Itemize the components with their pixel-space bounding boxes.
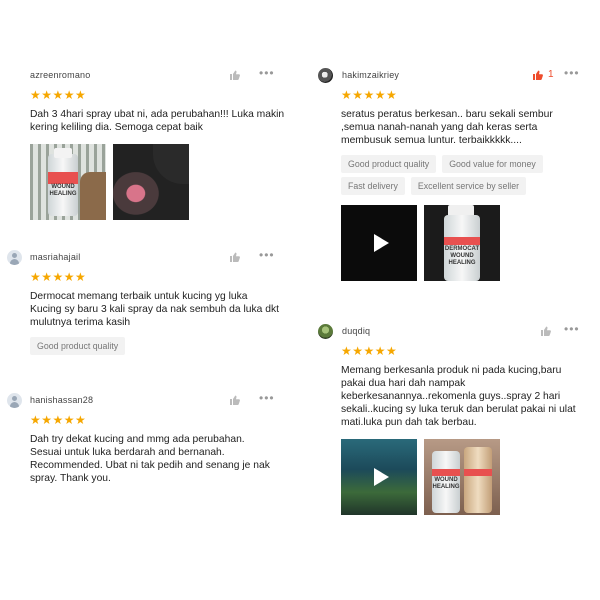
review-text: Dah 3 4hari spray ubat ni, ada perubahan…: [30, 109, 285, 133]
thumbs-up-icon[interactable]: [532, 69, 544, 81]
like-count: 1: [548, 69, 554, 80]
rating-stars: ★★★★★: [30, 413, 87, 427]
more-dots-icon[interactable]: •••: [564, 323, 580, 335]
more-dots-icon[interactable]: •••: [259, 392, 275, 404]
thumbs-up-icon[interactable]: [229, 251, 241, 263]
review-photo[interactable]: WOUND HEALING: [424, 439, 500, 515]
review-media: WOUND HEALING: [30, 144, 295, 220]
review-tag: Good product quality: [341, 155, 437, 173]
review-card: hakimzaikriey 1 ••• ★★★★★ seratus peratu…: [318, 67, 584, 281]
review-card: hanishassan28 ••• ★★★★★ Dah try dekat ku…: [7, 392, 294, 485]
avatar[interactable]: [7, 393, 22, 408]
review-header: hakimzaikriey 1 •••: [318, 67, 584, 86]
review-text: Dermocat memang terbaik untuk kucing yg …: [30, 291, 279, 328]
review-tag: Good value for money: [442, 155, 543, 173]
username[interactable]: masriahajail: [30, 252, 80, 262]
rating-stars: ★★★★★: [30, 270, 87, 284]
review-text: seratus peratus berkesan.. baru sekali s…: [341, 109, 553, 146]
avatar[interactable]: [318, 324, 333, 339]
avatar[interactable]: [318, 68, 333, 83]
review-text: Memang berkesanla produk ni pada kucing,…: [341, 365, 576, 428]
review-video[interactable]: [341, 205, 417, 281]
review-media: WOUND HEALING: [341, 439, 584, 515]
review-photo[interactable]: WOUND HEALING: [30, 144, 106, 220]
product-label-text: WOUND HEALING: [432, 477, 460, 490]
review-tag: Fast delivery: [341, 177, 405, 195]
review-tag: Excellent service by seller: [410, 177, 527, 195]
thumbs-up-icon[interactable]: [229, 394, 241, 406]
more-dots-icon[interactable]: •••: [259, 67, 275, 79]
review-tag: Good product quality: [30, 337, 126, 355]
tag-list: Good product quality Good value for mone…: [341, 155, 581, 195]
more-dots-icon[interactable]: •••: [564, 67, 580, 79]
username[interactable]: hanishassan28: [30, 395, 93, 405]
thumbs-up-icon[interactable]: [540, 325, 552, 337]
avatar[interactable]: [7, 250, 22, 265]
tag-list: Good product quality: [30, 337, 294, 355]
product-label-text: WOUND HEALING: [49, 184, 77, 197]
rating-stars: ★★★★★: [30, 88, 87, 102]
review-header: azreenromano •••: [30, 67, 295, 86]
review-card: duqdiq ••• ★★★★★ Memang berkesanla produ…: [318, 323, 584, 515]
review-text: Dah try dekat kucing and mmg ada perubah…: [30, 434, 270, 484]
play-icon[interactable]: [374, 234, 389, 252]
product-label-text: DERMOCAT WOUND HEALING: [444, 246, 480, 266]
rating-stars: ★★★★★: [341, 344, 398, 358]
review-header: hanishassan28 •••: [7, 392, 294, 411]
play-icon[interactable]: [374, 468, 389, 486]
username[interactable]: azreenromano: [30, 70, 90, 80]
review-card: masriahajail ••• ★★★★★ Dermocat memang t…: [7, 249, 294, 355]
review-photo[interactable]: DERMOCAT WOUND HEALING: [424, 205, 500, 281]
review-video[interactable]: [341, 439, 417, 515]
review-media: DERMOCAT WOUND HEALING: [341, 205, 584, 281]
review-card: azreenromano ••• ★★★★★ Dah 3 4hari spray…: [30, 67, 295, 220]
review-header: masriahajail •••: [7, 249, 294, 268]
username[interactable]: duqdiq: [342, 326, 370, 336]
thumbs-up-icon[interactable]: [229, 69, 241, 81]
review-header: duqdiq •••: [318, 323, 584, 342]
review-photo[interactable]: [113, 144, 189, 220]
username[interactable]: hakimzaikriey: [342, 70, 399, 80]
rating-stars: ★★★★★: [341, 88, 398, 102]
more-dots-icon[interactable]: •••: [259, 249, 275, 261]
